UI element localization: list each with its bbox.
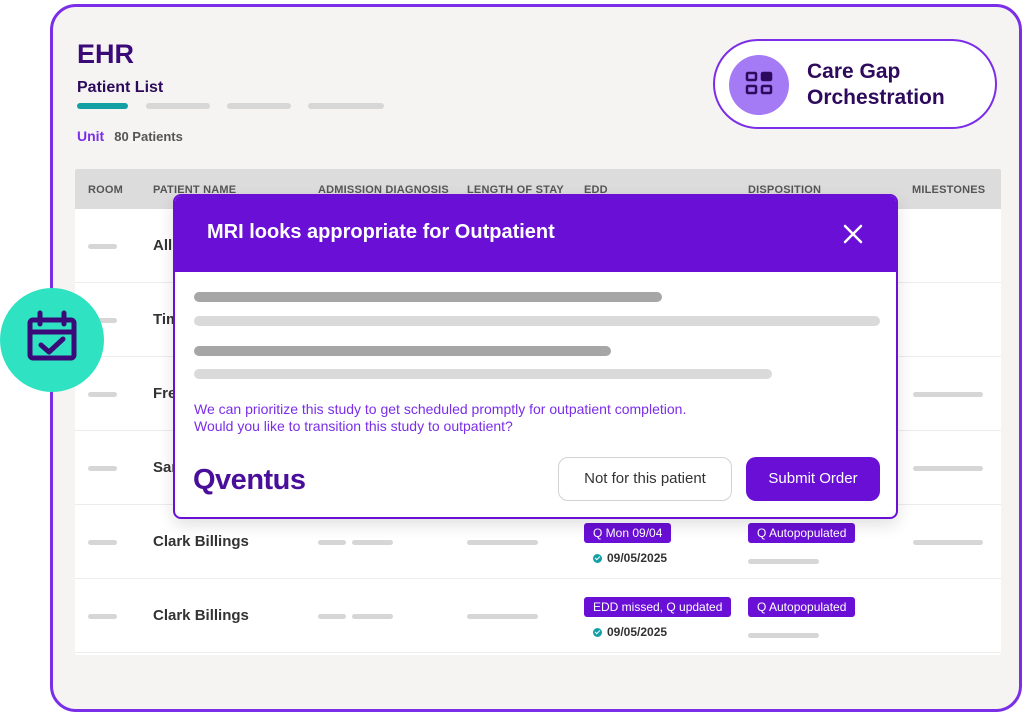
care-gap-label: Care Gap Orchestration	[807, 60, 945, 109]
calendar-check-icon	[27, 310, 77, 361]
outpatient-modal: MRI looks appropriate for Outpatient We …	[173, 194, 898, 519]
tab-placeholder[interactable]	[308, 103, 384, 109]
milestones-placeholder	[913, 540, 983, 545]
qventus-logo: Qventus	[193, 463, 321, 500]
room-placeholder	[88, 614, 117, 619]
submit-order-button[interactable]: Submit Order	[746, 457, 880, 501]
content-skeleton-line	[194, 346, 611, 356]
check-circle-icon	[593, 627, 602, 637]
milestones-placeholder	[913, 392, 983, 397]
unit-row: Unit 80 Patients	[77, 128, 183, 144]
page-subtitle: Patient List	[77, 79, 164, 96]
milestones-placeholder	[913, 466, 983, 471]
logo-text: Qventus	[193, 464, 306, 495]
modal-header: MRI looks appropriate for Outpatient	[175, 196, 896, 272]
content-skeleton-line	[194, 369, 772, 379]
edd-date-text: 09/05/2025	[607, 625, 668, 639]
diagnosis-placeholder	[318, 540, 346, 545]
tab-placeholder[interactable]	[146, 103, 210, 109]
room-placeholder	[88, 466, 117, 471]
check-circle-icon	[593, 553, 602, 563]
content-skeleton-line	[194, 316, 880, 326]
diagnosis-placeholder	[352, 540, 393, 545]
edd-badge[interactable]: EDD missed, Q updated	[584, 597, 732, 617]
disposition-badge[interactable]: Q Autopopulated	[748, 523, 856, 543]
diagnosis-placeholder	[318, 614, 346, 619]
column-header-room[interactable]: ROOM	[88, 184, 123, 196]
room-placeholder	[88, 392, 117, 397]
modal-message: We can prioritize this study to get sche…	[194, 401, 686, 435]
column-header-milestones[interactable]: MILESTONES	[912, 184, 985, 196]
los-placeholder	[467, 614, 538, 619]
disposition-badge[interactable]: Q Autopopulated	[748, 597, 856, 617]
edd-badge[interactable]: Q Mon 09/04	[584, 523, 672, 543]
patient-name[interactable]: Clark Billings	[153, 607, 249, 624]
app-title: EHR	[77, 39, 135, 69]
patient-count: 80 Patients	[114, 129, 183, 144]
close-icon[interactable]	[839, 220, 867, 248]
edd-date: 09/05/2025	[593, 625, 667, 639]
unit-label[interactable]: Unit	[77, 128, 104, 144]
los-placeholder	[467, 540, 538, 545]
not-for-this-patient-button[interactable]: Not for this patient	[558, 457, 732, 501]
room-placeholder	[88, 244, 117, 249]
room-placeholder	[88, 540, 117, 545]
disposition-placeholder	[748, 559, 819, 564]
table-row[interactable]: Clark Billings EDD missed, Q updated 09/…	[75, 579, 1001, 653]
edd-date: 09/05/2025	[593, 551, 667, 565]
modal-message-line: Would you like to transition this study …	[194, 418, 513, 434]
modal-message-line: We can prioritize this study to get sche…	[194, 401, 687, 417]
care-gap-card[interactable]: Care Gap Orchestration	[713, 39, 997, 129]
diagnosis-placeholder	[352, 614, 393, 619]
disposition-placeholder	[748, 633, 819, 638]
grid-dashboard-icon	[729, 55, 789, 115]
modal-title: MRI looks appropriate for Outpatient	[207, 221, 555, 243]
tab-patient-list[interactable]	[77, 103, 128, 109]
calendar-badge	[0, 288, 104, 392]
edd-date-text: 09/05/2025	[607, 551, 668, 565]
tab-placeholder[interactable]	[227, 103, 291, 109]
patient-name[interactable]: Clark Billings	[153, 533, 249, 550]
content-skeleton-line	[194, 292, 662, 302]
